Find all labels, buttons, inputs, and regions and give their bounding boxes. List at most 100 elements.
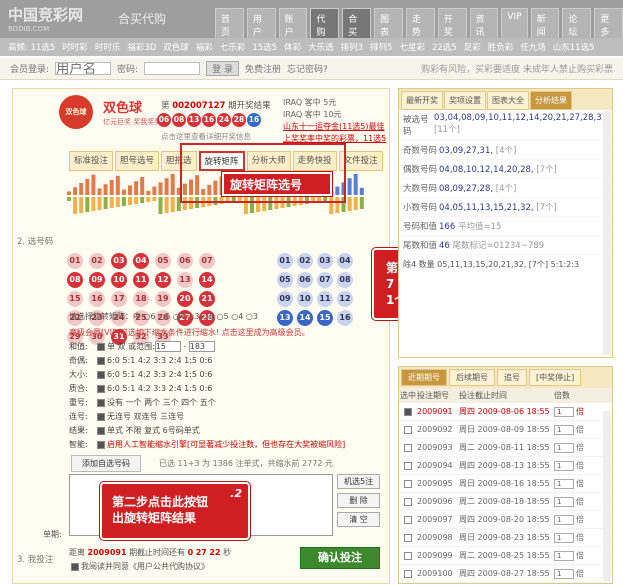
red-ball[interactable]: 01 (67, 253, 83, 269)
checkbox-icon[interactable] (97, 412, 105, 421)
select-cell[interactable] (399, 533, 417, 542)
top-nav-item[interactable]: 首页 (215, 8, 244, 42)
multiple-input[interactable]: 1 (554, 568, 574, 579)
multiple-input[interactable]: 1 (554, 406, 574, 417)
multiple-input[interactable]: 1 (554, 460, 574, 471)
red-ball[interactable]: 11 (133, 272, 149, 288)
promo-link[interactable]: 山东十一运夺金(11选5)最佳 (283, 121, 393, 133)
analysis-tab[interactable]: 图表大全 (487, 91, 529, 110)
sub-nav-item[interactable]: 排列5 (370, 41, 392, 53)
red-ball[interactable]: 15 (67, 291, 83, 307)
checkbox-icon[interactable] (97, 426, 105, 435)
issue-tab[interactable]: [中奖停止] (529, 369, 582, 386)
blue-ball[interactable]: 16 (337, 310, 353, 326)
red-ball[interactable]: 08 (67, 272, 83, 288)
username-input[interactable] (55, 62, 112, 75)
select-cell[interactable] (399, 479, 417, 488)
select-cell[interactable] (399, 497, 417, 506)
issue-tab[interactable]: 近期期号 (401, 369, 447, 386)
checkbox-icon[interactable] (404, 569, 412, 578)
sub-nav-item[interactable]: 15选5 (252, 41, 277, 53)
tab-5[interactable]: 走势快投 (292, 151, 337, 171)
sub-nav-item[interactable]: 福彩 (196, 41, 213, 53)
sub-nav-item[interactable]: 足彩 (464, 41, 481, 53)
issue-tab[interactable]: 追号 (497, 369, 527, 386)
red-ball[interactable]: 06 (177, 253, 193, 269)
top-nav-item[interactable]: 资讯 (469, 8, 499, 42)
login-button[interactable]: 登 录 (206, 61, 239, 76)
red-ball[interactable]: 17 (111, 291, 127, 307)
red-ball[interactable]: 20 (177, 291, 193, 307)
select-cell[interactable] (399, 425, 417, 434)
red-ball[interactable]: 12 (155, 272, 171, 288)
top-nav-item[interactable]: 合买 (342, 8, 372, 42)
multiple-input[interactable]: 1 (554, 424, 574, 435)
blue-ball[interactable]: 06 (297, 272, 313, 288)
red-ball[interactable]: 16 (89, 291, 105, 307)
select-cell[interactable] (399, 569, 417, 578)
vip-notice[interactable]: 高级会员[VIP]可选如下缩水条件进行缩水! 点击这里成为高级会员。 (69, 327, 310, 338)
checkbox-icon[interactable] (97, 342, 105, 351)
top-nav-item[interactable]: 新闻 (530, 8, 560, 42)
red-ball[interactable]: 04 (133, 253, 149, 269)
sub-nav-item[interactable]: 体彩 (284, 41, 301, 53)
multiple-input[interactable]: 1 (554, 442, 574, 453)
side-button-0[interactable]: 机选5注 (337, 474, 381, 489)
sub-nav-item[interactable]: 福彩3D (127, 41, 156, 53)
tab-2[interactable]: 胆拖选 (161, 151, 197, 171)
scrollbar[interactable] (603, 411, 611, 581)
analysis-tab[interactable]: 奖项设置 (444, 91, 486, 110)
agreement-checkbox[interactable]: 我阅读并同意《用户公共代购协议》 (69, 561, 209, 572)
blue-ball[interactable]: 15 (317, 310, 333, 326)
select-cell[interactable] (399, 443, 417, 452)
side-button-2[interactable]: 清 空 (337, 512, 381, 527)
password-input[interactable] (144, 62, 201, 75)
tab-6[interactable]: 文件投注 (338, 151, 383, 171)
red-ball[interactable]: 13 (177, 272, 193, 288)
blue-ball[interactable]: 09 (277, 291, 293, 307)
top-nav-item[interactable]: 走势 (405, 8, 435, 42)
red-ball[interactable]: 02 (89, 253, 105, 269)
matrix-select[interactable]: 请选择旋转矩阵：中 ○6 ○5 ○4 ○3 ○6 ○5 ○4 ○3 (69, 311, 258, 322)
checkbox-icon[interactable] (404, 515, 412, 524)
draw-detail-link[interactable]: 点击这里查看详细开奖信息 (161, 131, 251, 142)
tab-0[interactable]: 标准投注 (69, 151, 114, 171)
blue-ball[interactable]: 12 (337, 291, 353, 307)
sub-nav-item[interactable]: 大乐透 (308, 41, 334, 53)
promo-link[interactable]: 上奖奖率中奖的彩票，11选5 (283, 133, 393, 145)
multiple-input[interactable]: 1 (554, 478, 574, 489)
blue-ball[interactable]: 05 (277, 272, 293, 288)
sub-nav-item[interactable]: 双色球 (163, 41, 189, 53)
sub-nav-item[interactable]: 22选5 (432, 41, 457, 53)
side-button-1[interactable]: 删 除 (337, 493, 381, 508)
red-ball[interactable]: 10 (111, 272, 127, 288)
confirm-bet-button[interactable]: 确认投注 (300, 547, 380, 569)
forgot-link[interactable]: 忘记密码? (287, 62, 328, 75)
checkbox-icon[interactable] (404, 425, 412, 434)
checkbox-icon[interactable] (404, 479, 412, 488)
analysis-tab[interactable]: 最新开奖 (401, 91, 443, 110)
red-ball[interactable]: 14 (199, 272, 215, 288)
checkbox-icon[interactable] (97, 356, 105, 365)
red-ball[interactable]: 03 (111, 253, 127, 269)
red-ball[interactable]: 18 (133, 291, 149, 307)
top-nav-item[interactable]: VIP (501, 8, 528, 42)
top-nav-item[interactable]: 论坛 (562, 8, 592, 42)
sub-nav-item[interactable]: 时时乐 (95, 41, 121, 53)
tab-4[interactable]: 分析大师 (246, 151, 291, 171)
checkbox-icon[interactable] (404, 407, 412, 416)
range-max-input[interactable]: 183 (188, 341, 215, 352)
checkbox-icon[interactable] (404, 461, 412, 470)
sub-nav-item[interactable]: 任九场 (520, 41, 546, 53)
red-ball[interactable]: 05 (155, 253, 171, 269)
multiple-input[interactable]: 1 (554, 550, 574, 561)
site-logo[interactable]: 中国竞彩网 BODIB.COM (8, 4, 88, 33)
sub-nav-item[interactable]: 七星彩 (399, 41, 425, 53)
blue-ball[interactable]: 14 (297, 310, 313, 326)
multiple-input[interactable]: 1 (554, 496, 574, 507)
sub-nav-item[interactable]: 胜负彩 (488, 41, 514, 53)
select-cell[interactable] (399, 551, 417, 560)
scrollbar[interactable] (603, 111, 611, 355)
blue-ball[interactable]: 08 (337, 272, 353, 288)
top-nav-item[interactable]: 更多 (594, 8, 623, 42)
